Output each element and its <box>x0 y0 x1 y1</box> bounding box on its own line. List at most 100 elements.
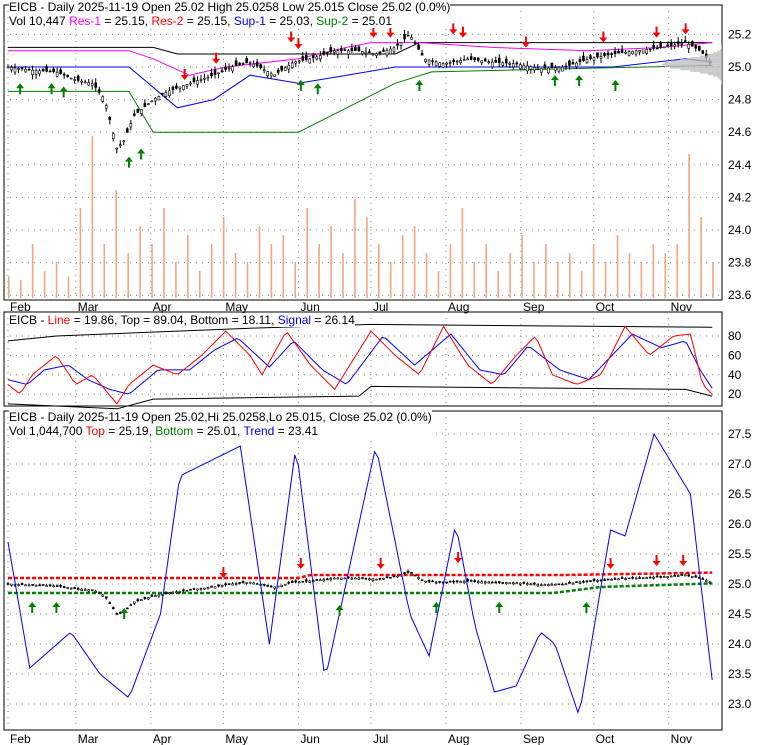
candle-body <box>508 63 512 65</box>
volume-profile-bar <box>690 57 722 59</box>
candle-body <box>329 47 333 53</box>
volume-profile-bar <box>713 52 722 54</box>
candle-body <box>83 81 87 84</box>
candle-body <box>455 580 459 583</box>
candle-body <box>501 582 505 584</box>
candle-body <box>522 581 526 584</box>
candle-body <box>118 144 122 146</box>
candle-body <box>497 57 501 63</box>
candle-body <box>34 70 38 75</box>
candle-body <box>529 583 533 586</box>
price-panel-levels: Vol 10,447 Res-1 = 25.15, Res-2 = 25.15,… <box>9 14 450 28</box>
candle-body <box>522 64 526 70</box>
volume-bar <box>151 244 153 298</box>
candle-body <box>434 61 438 67</box>
volume-profile-bar <box>707 53 722 56</box>
candle-body <box>613 50 617 54</box>
candle-body <box>406 570 410 573</box>
volume-bar <box>604 262 607 298</box>
sup1-label: Sup-1 <box>233 14 266 28</box>
volume-bar <box>389 262 392 298</box>
candle-body <box>427 579 431 582</box>
candle-body <box>673 44 677 47</box>
candle-body <box>217 72 220 75</box>
candle-body <box>494 60 498 63</box>
candle-body <box>90 82 94 86</box>
candle-body <box>220 70 224 72</box>
y-tick-label: 40 <box>728 368 742 382</box>
candle-body <box>410 572 413 574</box>
candle-body <box>252 582 255 585</box>
volume-bar <box>449 244 452 298</box>
candle-body <box>704 580 708 582</box>
candle-body <box>231 583 234 586</box>
candle-body <box>315 579 319 581</box>
candle-body <box>666 576 669 578</box>
candle-body <box>620 49 624 54</box>
candle-body <box>104 596 108 599</box>
candle-body <box>382 49 385 52</box>
volume-bar <box>413 226 416 298</box>
candle-body <box>536 584 540 587</box>
candle-body <box>676 41 680 45</box>
candle-body <box>129 604 133 607</box>
candle-body <box>550 62 554 69</box>
candle-body <box>417 577 420 580</box>
candle-body <box>606 578 610 581</box>
candle-body <box>10 67 13 71</box>
volume-profile-bar <box>662 63 722 66</box>
volume-bar <box>366 217 368 298</box>
candle-body <box>126 607 129 610</box>
candle-body <box>287 581 291 584</box>
candle-body <box>308 58 312 64</box>
candle-body <box>490 581 494 584</box>
candle-body <box>329 578 333 580</box>
candle-body <box>252 63 255 67</box>
x-tick-label: Sep <box>523 732 545 745</box>
candle-body <box>662 576 666 578</box>
candle-body <box>641 49 645 54</box>
candle-body <box>10 583 13 586</box>
candle-body <box>368 578 371 581</box>
x-tick-label: Feb <box>10 300 31 314</box>
candle-body <box>248 581 252 584</box>
candle-body <box>504 582 508 584</box>
candle-body <box>483 581 487 584</box>
candle-body <box>280 584 284 587</box>
candle-body <box>361 51 364 55</box>
y-tick-label: 20 <box>728 387 742 401</box>
volume-profile-bar <box>717 76 722 79</box>
top-label: Top <box>85 424 105 438</box>
candle-body <box>182 85 185 90</box>
candle-body <box>557 583 561 586</box>
y-tick-label: 24.2 <box>728 190 752 204</box>
candle-body <box>452 580 455 583</box>
candle-body <box>452 59 455 63</box>
candle-body <box>515 582 519 585</box>
candle-body <box>87 82 91 86</box>
candle-body <box>245 582 248 584</box>
candle-body <box>45 585 48 587</box>
candle-body <box>31 69 34 75</box>
candle-body <box>304 579 308 582</box>
candle-body <box>638 577 641 579</box>
candle-body <box>536 67 540 70</box>
candle-body <box>399 41 403 46</box>
candle-body <box>462 580 466 583</box>
candle-body <box>575 62 578 67</box>
candle-body <box>294 61 298 64</box>
candle-body <box>669 42 673 46</box>
candle-body <box>168 90 171 96</box>
candle-body <box>308 580 312 583</box>
candle-body <box>459 59 462 63</box>
volume-bar <box>640 262 643 298</box>
y-tick-label: 24.4 <box>728 158 752 172</box>
candle-body <box>52 585 55 588</box>
price-panel-title: EICB - Daily 2025-11-19 Open 25.02 High … <box>9 0 451 14</box>
candle-body <box>431 60 434 62</box>
volume-bar <box>8 276 10 298</box>
candle-body <box>231 66 234 72</box>
candle-body <box>543 584 547 586</box>
candle-body <box>448 62 452 64</box>
candle-body <box>52 68 55 73</box>
